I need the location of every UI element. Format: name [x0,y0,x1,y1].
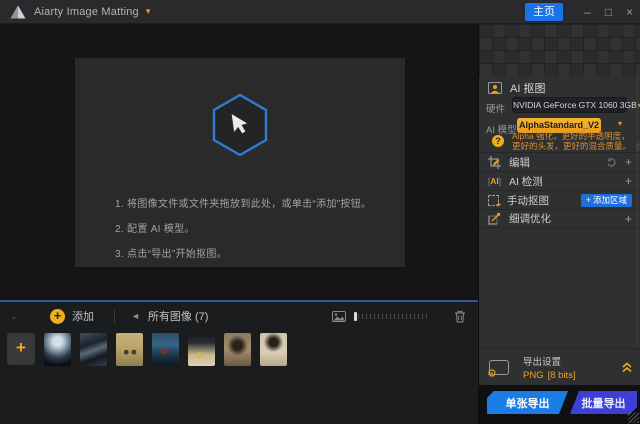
toolbar-divider [114,309,115,323]
thumbnail-strip: + [0,330,478,366]
instruction-step-3: 3. 点击“导出”开始抠图。 [115,249,227,260]
main-canvas: 1. 将图像文件或文件夹拖放到此处，或单击“添加”按钮。 2. 配置 AI 模型… [0,24,478,300]
ai-matting-icon [488,82,502,94]
thumbnail-size-slider[interactable] [354,311,430,321]
hardware-label: 硬件 [486,104,506,115]
hardware-dropdown[interactable]: NVIDIA GeForce GTX 1060 3GB ▾ [512,97,640,113]
window-resize-grip[interactable] [628,412,639,423]
app-window: Aiarty Image Matting ▾ 主页 – □ × 1. 将图像文件… [0,0,640,424]
sidebar-scrollbar[interactable] [636,76,639,348]
thumbnail-girl-beige-flowers[interactable] [260,333,287,366]
add-plus-icon: + [50,308,65,324]
ai-matting-title: AI 抠图 [510,83,546,95]
image-list-toolbar: ⌄ + 添加 ◄ 所有图像 (7) [0,302,478,330]
dropzone-instructions: 1. 将图像文件或文件夹拖放到此处，或单击“添加”按钮。 2. 配置 AI 模型… [115,195,371,270]
instruction-step-2: 2. 配置 AI 模型。 [115,224,195,235]
ai-detect-icon: [AI] [488,176,501,186]
slider-handle[interactable] [354,311,357,321]
close-button[interactable]: × [619,0,640,24]
ai-matting-header: AI 抠图 [488,80,545,96]
panel-edit[interactable]: 编辑 + [479,152,640,171]
add-button[interactable]: + 添加 [50,308,94,324]
model-hint-line2: 更好的头发，更好的混合质量。(SOTA) [512,140,640,152]
single-export-button[interactable]: 单张导出 [487,391,568,414]
add-region-button[interactable]: + 添加区域 [580,193,632,207]
home-button[interactable]: 主页 [525,3,563,21]
export-buttons-bar: 单张导出 批量导出 [479,385,640,424]
tool-panels: 编辑 + [AI] AI 检测 + + 手动抠图 + 添加区域 细调优化 + [479,152,640,228]
image-list-panel: ⌄ + 添加 ◄ 所有图像 (7) + [0,300,478,424]
export-settings-title: 导出设置 [523,356,562,368]
thumbnail-portrait-flowers[interactable] [224,333,251,366]
batch-export-button[interactable]: 批量导出 [570,391,637,414]
delete-icon[interactable] [454,310,466,323]
thumbnail-jellyfish[interactable] [44,333,71,366]
instruction-step-1: 1. 将图像文件或文件夹拖放到此处，或单击“添加”按钮。 [115,199,372,210]
drop-hexagon-cursor-icon [212,93,268,157]
thumbnail-bicycle[interactable] [116,333,143,366]
transparency-checker-background [479,24,640,76]
collapse-up-icon[interactable] [621,361,633,373]
thumbnail-red-dress-forest[interactable] [152,333,179,366]
expand-icon[interactable]: + [625,156,632,168]
plus-icon: + [585,194,591,205]
panel-manual-matting[interactable]: + 手动抠图 + 添加区域 [479,190,640,209]
minimize-button[interactable]: – [577,0,598,24]
thumbnail-size-icon [332,310,346,322]
sidebar: AI 抠图 硬件 NVIDIA GeForce GTX 1060 3GB ▾ A… [478,24,640,424]
chevron-down-icon[interactable]: ▾ [618,119,622,128]
panel-ai-detect[interactable]: [AI] AI 检测 + [479,171,640,190]
collapse-panel-icon[interactable]: ⌄ [10,311,26,322]
app-logo-icon [10,5,26,18]
help-icon[interactable]: ? [492,135,504,147]
edit-icon [488,155,501,169]
undo-icon[interactable] [606,157,617,167]
thumbnail-dark-leaves[interactable] [80,333,107,366]
panel-refine[interactable]: 细调优化 + [479,209,640,228]
app-title: Aiarty Image Matting [34,5,139,18]
export-settings[interactable]: ⚙ 导出设置 PNG [8 bits] [479,348,640,385]
expand-icon[interactable]: + [625,213,632,225]
refine-icon [488,212,501,225]
thumbnail-girl-yellow-flowers[interactable] [188,333,215,366]
titlebar-controls: 主页 – □ × [525,0,640,24]
export-format: PNG [8 bits] [523,369,576,381]
filter-arrow-icon: ◄ [131,311,140,321]
export-settings-icon: ⚙ [487,359,509,379]
titlebar: Aiarty Image Matting ▾ 主页 – □ × [0,0,640,24]
gear-icon: ⚙ [487,367,497,380]
app-menu-chevron-icon[interactable]: ▾ [146,6,151,17]
add-image-tile[interactable]: + [7,333,35,365]
manual-region-icon: + [488,194,501,208]
expand-icon[interactable]: + [625,175,632,187]
dropzone[interactable]: 1. 将图像文件或文件夹拖放到此处，或单击“添加”按钮。 2. 配置 AI 模型… [75,58,405,267]
maximize-button[interactable]: □ [598,0,619,24]
all-images-filter[interactable]: ◄ 所有图像 (7) [131,308,208,324]
